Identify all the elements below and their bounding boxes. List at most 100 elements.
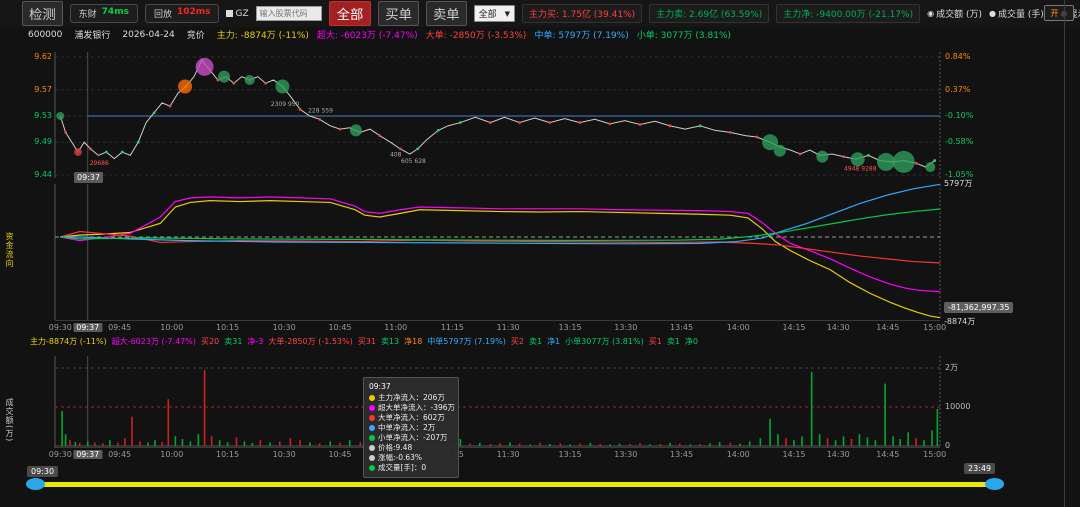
panel-toggle-button[interactable]: 开●	[1044, 5, 1074, 21]
time-tick: 14:45	[876, 450, 899, 459]
legend-item: 大单-2850万 (-1.53%)	[268, 337, 352, 346]
topbar: 检测 东财 74ms 回放 102ms GZ 全部 买单 卖单 全部 ▼ 主力买…	[0, 0, 1080, 27]
legend-item: 买2	[511, 337, 524, 346]
time-tick: 14:15	[782, 450, 805, 459]
main-buy-stat: 主力买: 1.75亿 (39.41%)	[522, 4, 642, 23]
series-dot-icon	[369, 435, 375, 441]
time-tick: 13:30	[614, 450, 637, 459]
filter-sell-button[interactable]: 卖单	[426, 1, 467, 26]
time-tick: 14:15	[782, 323, 805, 332]
price-tick-label: 9.49	[30, 138, 52, 146]
svg-text:2309 950: 2309 950	[271, 101, 300, 108]
flow-top-value: 5797万	[944, 178, 972, 189]
source2-name: 回放	[154, 7, 172, 20]
slider-end-label: 23:49	[964, 463, 995, 474]
slider-handle-end[interactable]	[985, 478, 1004, 490]
filter-all-button[interactable]: 全部	[329, 1, 372, 26]
tooltip-row: 小单净流入：-207万	[369, 433, 453, 443]
svg-text:228 559: 228 559	[308, 108, 333, 115]
radio-amount[interactable]: ◉成交额 (万)	[927, 7, 982, 20]
filter-buy-button[interactable]: 买单	[378, 1, 419, 26]
volume-tick-label: 10000	[945, 403, 970, 411]
filter-dropdown[interactable]: 全部 ▼	[474, 5, 515, 22]
time-tick: 10:00	[160, 450, 183, 459]
stock-code-input[interactable]	[256, 6, 322, 21]
legend-item: 净-3	[247, 337, 263, 346]
checkbox-icon	[226, 10, 233, 17]
legend-item: 卖13	[381, 337, 399, 346]
tooltip-row: 价格:9.48	[369, 443, 453, 453]
radio-unselected-icon: ●	[989, 9, 996, 18]
volume-chart[interactable]	[55, 356, 940, 448]
time-tick: 09:30	[49, 450, 72, 459]
time-tick: 14:30	[827, 450, 850, 459]
tooltip-row: 涨幅:-0.63%	[369, 453, 453, 463]
pct-tick-label: -0.10%	[945, 112, 973, 120]
time-tick: 14:30	[827, 323, 850, 332]
time-tick: 11:30	[497, 450, 520, 459]
svg-text:408: 408	[390, 152, 402, 159]
svg-text:4948 9288: 4948 9288	[844, 165, 877, 172]
flow-bottom-value: -8874万	[944, 316, 975, 327]
tooltip-time: 09:37	[369, 382, 453, 391]
volume-tick-label: 2万	[945, 364, 958, 372]
time-tick: 10:30	[273, 450, 296, 459]
time-tick: 11:15	[441, 323, 464, 332]
legend-item: 卖31	[224, 337, 242, 346]
time-tick: 09:45	[108, 323, 131, 332]
time-tick: 14:00	[727, 323, 750, 332]
app-root: 检测 东财 74ms 回放 102ms GZ 全部 买单 卖单 全部 ▼ 主力买…	[0, 0, 1080, 507]
pct-tick-label: 0.84%	[945, 53, 970, 61]
main-net-stat: 主力净: -9400.00万 (-21.17%)	[776, 4, 920, 23]
price-tick-label: 9.62	[30, 53, 52, 61]
time-tick: 10:15	[216, 323, 239, 332]
gz-checkbox[interactable]: GZ	[226, 9, 248, 19]
legend-item: 中单5797万 (7.19%)	[427, 337, 506, 346]
tooltip-row: 中单净流入：2万	[369, 423, 453, 433]
time-tick: 15:00	[923, 450, 946, 459]
flow-cursor-value: -81,362,997.35	[944, 302, 1013, 313]
time-tick: 15:00	[923, 323, 946, 332]
tooltip-row: 主力净流入：206万	[369, 393, 453, 403]
session-label: 竞价	[187, 28, 205, 41]
tooltip-row: 成交量[手]：0	[369, 463, 453, 473]
capital-flow-chart[interactable]	[55, 184, 940, 320]
price-time-marker: 09:37	[74, 172, 103, 183]
price-chart[interactable]: 296862309 950228 559408605 6284948 9288	[55, 52, 940, 178]
series-dot-icon	[369, 415, 375, 421]
legend-item: 净1	[547, 337, 560, 346]
source1-name: 东财	[79, 7, 97, 20]
slider-start-label: 09:30	[27, 466, 58, 477]
tooltip-row: 超大单净流入：-396万	[369, 403, 453, 413]
volume-side-label: 成交额(万)	[4, 398, 15, 442]
radio-selected-icon: ◉	[927, 9, 934, 18]
source-eastmoney-status: 东财 74ms	[70, 4, 138, 23]
time-tick: 11:30	[497, 323, 520, 332]
series-dot-icon	[369, 465, 375, 471]
radio-volume[interactable]: ●成交量 (手)	[989, 7, 1044, 20]
flow-stat: 主力: -8874万 (-11%)	[217, 28, 309, 41]
legend-item: 主力-8874万 (-11%)	[30, 337, 107, 346]
legend-item: 净0	[685, 337, 698, 346]
time-tick: 14:45	[876, 323, 899, 332]
source-replay-status: 回放 102ms	[145, 4, 220, 23]
flow-stat: 小单: 3077万 (3.81%)	[637, 28, 731, 41]
price-tick-label: 9.53	[30, 112, 52, 120]
slider-handle-start[interactable]	[26, 478, 45, 490]
time-tick: 09:37	[73, 450, 102, 459]
time-tick: 09:45	[108, 450, 131, 459]
legend-item: 小单3077万 (3.81%)	[565, 337, 644, 346]
flow-legend: 主力-8874万 (-11%)超大-6023万 (-7.47%)买20卖31净-…	[30, 336, 960, 347]
time-range-slider-track[interactable]	[35, 482, 995, 487]
flow-side-label: 资金流向	[4, 232, 15, 268]
legend-item: 净18	[404, 337, 422, 346]
legend-item: 超大-6023万 (-7.47%)	[112, 337, 196, 346]
detect-button[interactable]: 检测	[22, 1, 63, 26]
time-tick: 09:37	[73, 323, 102, 332]
chevron-down-icon: ▼	[505, 10, 510, 18]
panel-divider[interactable]	[1064, 0, 1065, 507]
pct-tick-label: -0.58%	[945, 138, 973, 146]
price-tick-label: 9.44	[30, 171, 52, 179]
price-tick-label: 9.57	[30, 86, 52, 94]
stock-info-bar: 600000 浦发银行 2026-04-24 竞价 主力: -8874万 (-1…	[0, 28, 1060, 41]
